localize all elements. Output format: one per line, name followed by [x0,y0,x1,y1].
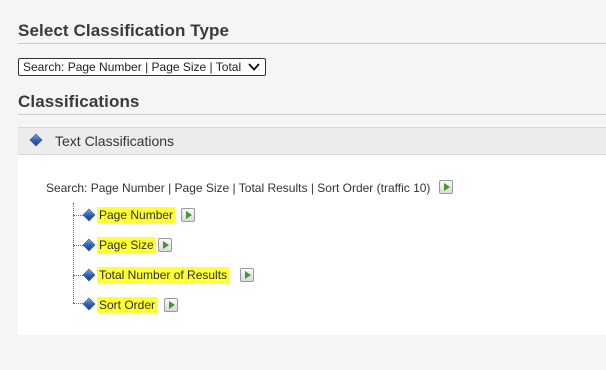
blue-diamond-icon [83,239,95,251]
classification-page-number[interactable]: Page Number [97,207,176,223]
tree-connector [73,245,83,246]
select-classification-type-heading: Select Classification Type [18,21,230,40]
classification-page-size[interactable]: Page Size [97,237,156,253]
play-icon[interactable] [164,298,178,312]
tree-connector [73,215,83,216]
tree-connector [73,203,74,303]
chevron-down-icon [248,63,260,71]
classification-sort-order[interactable]: Sort Order [97,297,158,313]
tree-connector [73,303,83,304]
classifications-heading: Classifications [18,92,140,111]
classifications-panel: Text Classifications Search: Page Number… [18,127,606,335]
tree-connector [73,275,83,276]
classification-type-select[interactable]: Search: Page Number | Page Size | Total [18,58,267,76]
divider [18,43,606,44]
blue-diamond-icon [83,269,95,281]
play-icon[interactable] [439,180,453,194]
play-icon[interactable] [240,268,254,282]
blue-diamond-icon [30,134,42,146]
text-classifications-header[interactable]: Text Classifications [18,127,606,155]
blue-diamond-icon [83,298,95,310]
text-classifications-label: Text Classifications [55,133,175,149]
divider [18,114,606,115]
classification-total-number-of-results[interactable]: Total Number of Results [97,267,230,283]
blue-diamond-icon [83,209,95,221]
play-icon[interactable] [158,238,172,252]
play-icon[interactable] [181,208,195,222]
root-classification-label: Search: Page Number | Page Size | Total … [46,181,431,195]
classification-type-select-value: Search: Page Number | Page Size | Total [23,60,242,74]
